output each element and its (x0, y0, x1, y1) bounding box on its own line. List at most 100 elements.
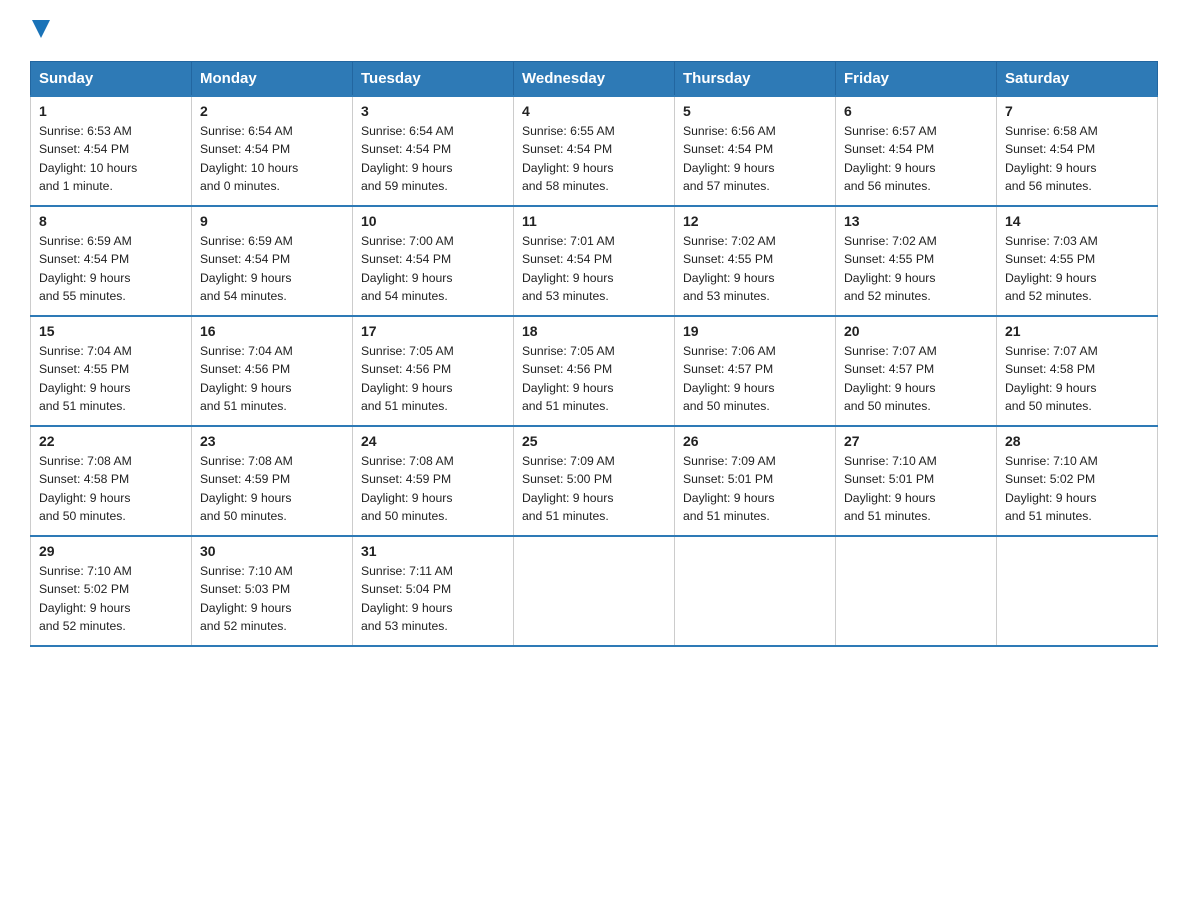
calendar-header: SundayMondayTuesdayWednesdayThursdayFrid… (31, 62, 1158, 97)
day-number: 25 (522, 433, 666, 449)
day-info: Sunrise: 6:59 AMSunset: 4:54 PMDaylight:… (200, 232, 344, 305)
calendar-cell: 16 Sunrise: 7:04 AMSunset: 4:56 PMDaylig… (192, 316, 353, 426)
calendar-cell: 26 Sunrise: 7:09 AMSunset: 5:01 PMDaylig… (675, 426, 836, 536)
weekday-header-tuesday: Tuesday (353, 62, 514, 97)
day-info: Sunrise: 7:10 AMSunset: 5:02 PMDaylight:… (39, 562, 183, 635)
calendar-cell: 8 Sunrise: 6:59 AMSunset: 4:54 PMDayligh… (31, 206, 192, 316)
day-info: Sunrise: 7:08 AMSunset: 4:59 PMDaylight:… (200, 452, 344, 525)
calendar-body: 1 Sunrise: 6:53 AMSunset: 4:54 PMDayligh… (31, 96, 1158, 646)
calendar-cell: 7 Sunrise: 6:58 AMSunset: 4:54 PMDayligh… (997, 96, 1158, 206)
day-number: 11 (522, 213, 666, 229)
day-info: Sunrise: 7:04 AMSunset: 4:56 PMDaylight:… (200, 342, 344, 415)
day-number: 26 (683, 433, 827, 449)
calendar-cell: 15 Sunrise: 7:04 AMSunset: 4:55 PMDaylig… (31, 316, 192, 426)
day-number: 2 (200, 103, 344, 119)
calendar-cell: 29 Sunrise: 7:10 AMSunset: 5:02 PMDaylig… (31, 536, 192, 646)
day-info: Sunrise: 7:03 AMSunset: 4:55 PMDaylight:… (1005, 232, 1149, 305)
day-number: 10 (361, 213, 505, 229)
calendar-week-row: 29 Sunrise: 7:10 AMSunset: 5:02 PMDaylig… (31, 536, 1158, 646)
weekday-header-monday: Monday (192, 62, 353, 97)
day-info: Sunrise: 7:00 AMSunset: 4:54 PMDaylight:… (361, 232, 505, 305)
day-info: Sunrise: 6:56 AMSunset: 4:54 PMDaylight:… (683, 122, 827, 195)
day-number: 27 (844, 433, 988, 449)
day-number: 28 (1005, 433, 1149, 449)
day-number: 20 (844, 323, 988, 339)
day-number: 23 (200, 433, 344, 449)
calendar-cell: 18 Sunrise: 7:05 AMSunset: 4:56 PMDaylig… (514, 316, 675, 426)
calendar-cell: 22 Sunrise: 7:08 AMSunset: 4:58 PMDaylig… (31, 426, 192, 536)
weekday-header-row: SundayMondayTuesdayWednesdayThursdayFrid… (31, 62, 1158, 97)
day-info: Sunrise: 7:01 AMSunset: 4:54 PMDaylight:… (522, 232, 666, 305)
calendar-cell: 10 Sunrise: 7:00 AMSunset: 4:54 PMDaylig… (353, 206, 514, 316)
day-info: Sunrise: 7:07 AMSunset: 4:57 PMDaylight:… (844, 342, 988, 415)
day-number: 18 (522, 323, 666, 339)
day-number: 29 (39, 543, 183, 559)
calendar-week-row: 15 Sunrise: 7:04 AMSunset: 4:55 PMDaylig… (31, 316, 1158, 426)
day-info: Sunrise: 7:02 AMSunset: 4:55 PMDaylight:… (683, 232, 827, 305)
day-number: 21 (1005, 323, 1149, 339)
day-number: 7 (1005, 103, 1149, 119)
calendar-cell: 19 Sunrise: 7:06 AMSunset: 4:57 PMDaylig… (675, 316, 836, 426)
calendar-cell (514, 536, 675, 646)
weekday-header-sunday: Sunday (31, 62, 192, 97)
weekday-header-thursday: Thursday (675, 62, 836, 97)
day-number: 5 (683, 103, 827, 119)
calendar-cell: 20 Sunrise: 7:07 AMSunset: 4:57 PMDaylig… (836, 316, 997, 426)
calendar-cell: 5 Sunrise: 6:56 AMSunset: 4:54 PMDayligh… (675, 96, 836, 206)
calendar-cell: 24 Sunrise: 7:08 AMSunset: 4:59 PMDaylig… (353, 426, 514, 536)
day-number: 31 (361, 543, 505, 559)
day-number: 1 (39, 103, 183, 119)
calendar-cell: 25 Sunrise: 7:09 AMSunset: 5:00 PMDaylig… (514, 426, 675, 536)
weekday-header-friday: Friday (836, 62, 997, 97)
day-number: 15 (39, 323, 183, 339)
calendar-cell: 21 Sunrise: 7:07 AMSunset: 4:58 PMDaylig… (997, 316, 1158, 426)
day-number: 13 (844, 213, 988, 229)
weekday-header-saturday: Saturday (997, 62, 1158, 97)
calendar-cell: 2 Sunrise: 6:54 AMSunset: 4:54 PMDayligh… (192, 96, 353, 206)
calendar-cell: 30 Sunrise: 7:10 AMSunset: 5:03 PMDaylig… (192, 536, 353, 646)
calendar-table: SundayMondayTuesdayWednesdayThursdayFrid… (30, 61, 1158, 647)
day-number: 19 (683, 323, 827, 339)
day-number: 24 (361, 433, 505, 449)
day-info: Sunrise: 7:05 AMSunset: 4:56 PMDaylight:… (361, 342, 505, 415)
calendar-cell: 31 Sunrise: 7:11 AMSunset: 5:04 PMDaylig… (353, 536, 514, 646)
calendar-cell: 6 Sunrise: 6:57 AMSunset: 4:54 PMDayligh… (836, 96, 997, 206)
day-number: 17 (361, 323, 505, 339)
calendar-cell: 17 Sunrise: 7:05 AMSunset: 4:56 PMDaylig… (353, 316, 514, 426)
calendar-cell: 27 Sunrise: 7:10 AMSunset: 5:01 PMDaylig… (836, 426, 997, 536)
logo (30, 20, 50, 43)
calendar-cell: 28 Sunrise: 7:10 AMSunset: 5:02 PMDaylig… (997, 426, 1158, 536)
day-number: 9 (200, 213, 344, 229)
day-info: Sunrise: 7:08 AMSunset: 4:58 PMDaylight:… (39, 452, 183, 525)
calendar-cell: 13 Sunrise: 7:02 AMSunset: 4:55 PMDaylig… (836, 206, 997, 316)
day-info: Sunrise: 7:09 AMSunset: 5:00 PMDaylight:… (522, 452, 666, 525)
weekday-header-wednesday: Wednesday (514, 62, 675, 97)
day-info: Sunrise: 7:09 AMSunset: 5:01 PMDaylight:… (683, 452, 827, 525)
calendar-cell: 9 Sunrise: 6:59 AMSunset: 4:54 PMDayligh… (192, 206, 353, 316)
calendar-cell: 14 Sunrise: 7:03 AMSunset: 4:55 PMDaylig… (997, 206, 1158, 316)
day-info: Sunrise: 7:06 AMSunset: 4:57 PMDaylight:… (683, 342, 827, 415)
calendar-week-row: 8 Sunrise: 6:59 AMSunset: 4:54 PMDayligh… (31, 206, 1158, 316)
day-number: 30 (200, 543, 344, 559)
day-info: Sunrise: 7:10 AMSunset: 5:03 PMDaylight:… (200, 562, 344, 635)
calendar-cell: 1 Sunrise: 6:53 AMSunset: 4:54 PMDayligh… (31, 96, 192, 206)
day-info: Sunrise: 7:05 AMSunset: 4:56 PMDaylight:… (522, 342, 666, 415)
calendar-cell (997, 536, 1158, 646)
calendar-cell: 23 Sunrise: 7:08 AMSunset: 4:59 PMDaylig… (192, 426, 353, 536)
day-info: Sunrise: 6:54 AMSunset: 4:54 PMDaylight:… (200, 122, 344, 195)
day-info: Sunrise: 7:11 AMSunset: 5:04 PMDaylight:… (361, 562, 505, 635)
day-number: 3 (361, 103, 505, 119)
day-number: 22 (39, 433, 183, 449)
calendar-cell: 3 Sunrise: 6:54 AMSunset: 4:54 PMDayligh… (353, 96, 514, 206)
day-info: Sunrise: 6:53 AMSunset: 4:54 PMDaylight:… (39, 122, 183, 195)
day-info: Sunrise: 7:04 AMSunset: 4:55 PMDaylight:… (39, 342, 183, 415)
day-number: 16 (200, 323, 344, 339)
calendar-cell (836, 536, 997, 646)
day-number: 6 (844, 103, 988, 119)
day-number: 12 (683, 213, 827, 229)
calendar-cell (675, 536, 836, 646)
calendar-week-row: 1 Sunrise: 6:53 AMSunset: 4:54 PMDayligh… (31, 96, 1158, 206)
day-info: Sunrise: 6:58 AMSunset: 4:54 PMDaylight:… (1005, 122, 1149, 195)
day-info: Sunrise: 6:55 AMSunset: 4:54 PMDaylight:… (522, 122, 666, 195)
calendar-cell: 11 Sunrise: 7:01 AMSunset: 4:54 PMDaylig… (514, 206, 675, 316)
